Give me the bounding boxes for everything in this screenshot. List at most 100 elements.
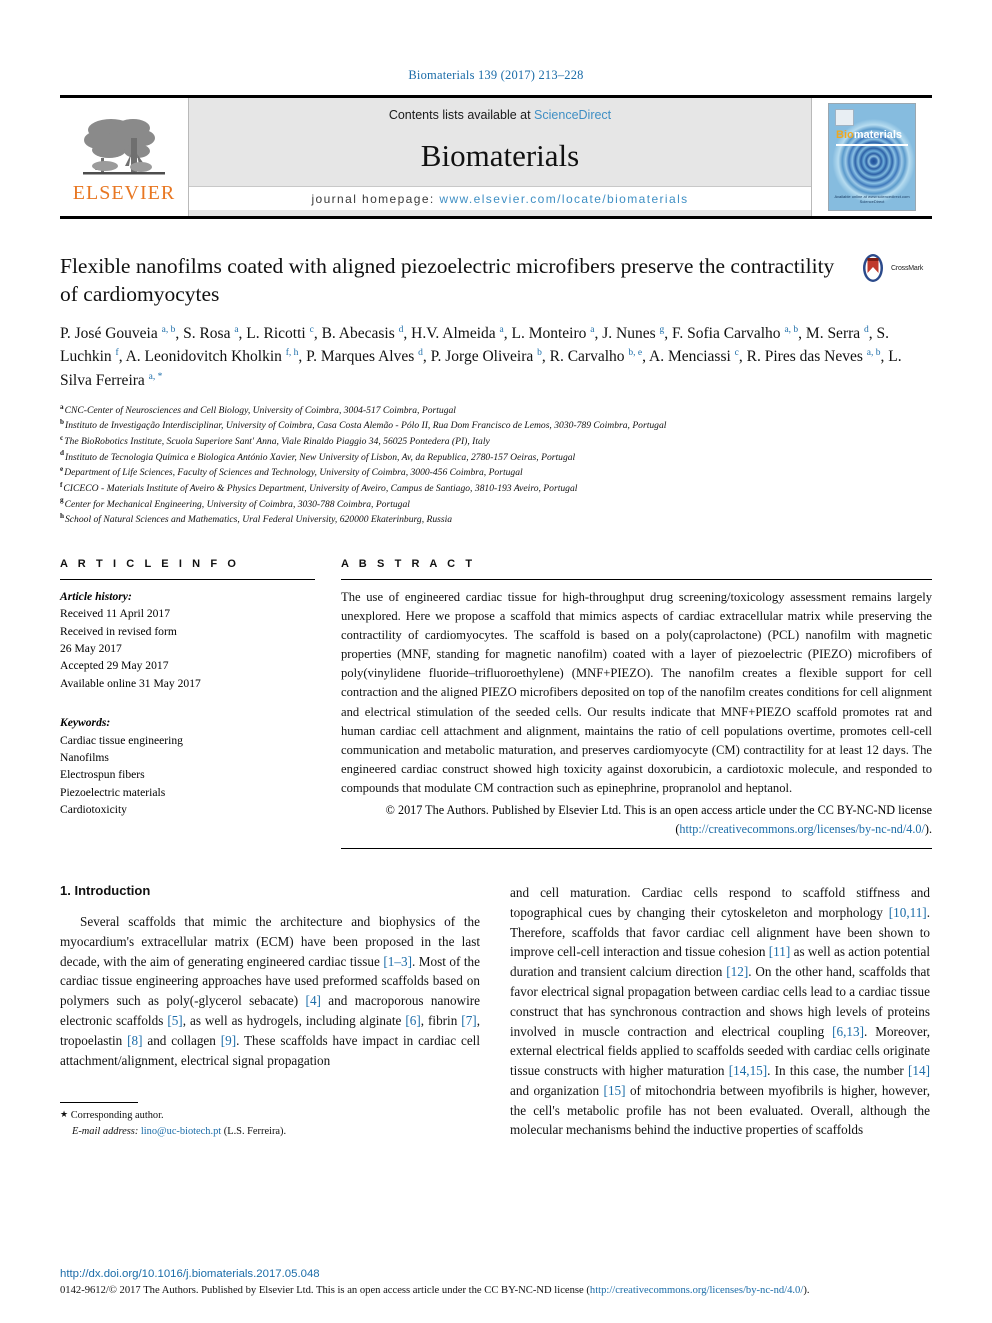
article-info-heading: A R T I C L E I N F O	[60, 557, 240, 570]
journal-title: Biomaterials	[420, 137, 580, 173]
article-history-label: Article history:	[60, 589, 132, 603]
authors-text: P. José Gouveia a, b, S. Rosa a, L. Rico…	[60, 324, 902, 389]
article-history-item: 26 May 2017	[60, 641, 122, 655]
affiliation-marker: a	[60, 402, 64, 411]
cover-footer-line2: ScienceDirect	[859, 199, 885, 205]
affiliation-text: The BioRobotics Institute, Scuola Superi…	[64, 436, 490, 448]
affiliation-marker: h	[60, 511, 64, 520]
affiliation-marker: c	[60, 433, 64, 442]
crossmark-label: CrossMark	[891, 264, 924, 272]
affiliation-marker: b	[60, 418, 64, 427]
info-abstract-row: A R T I C L E I N F O Article history: R…	[60, 558, 932, 849]
cover-title: Biomaterials	[836, 130, 902, 141]
article-info-column: A R T I C L E I N F O Article history: R…	[60, 558, 315, 849]
journal-masthead: ELSEVIER Contents lists available at Sci…	[60, 95, 932, 219]
article-info-divider	[60, 578, 315, 580]
article-page: Biomaterials 139 (2017) 213–228 ELSEVIER…	[0, 0, 992, 1323]
email-owner: (L.S. Ferreira).	[223, 1126, 287, 1138]
cover-title-bio: Bio	[836, 129, 854, 141]
affiliation-text: Instituto de Tecnologia Química e Biolog…	[65, 451, 576, 463]
intro-paragraph-left: Several scaffolds that mimic the archite…	[60, 913, 481, 1068]
affiliation-text: CICECO - Materials Institute of Aveiro &…	[63, 482, 578, 494]
affiliation-item: gCenter for Mechanical Engineering, Univ…	[60, 497, 932, 513]
cover-image: Biomaterials Available online at www.sci…	[828, 103, 916, 211]
affiliation-item: bInstituto de Investigação Interdiscipli…	[60, 418, 932, 434]
keyword-item: Cardiac tissue engineering	[60, 733, 183, 747]
cover-publisher-badge-icon	[835, 109, 854, 126]
issn-tail: ).	[803, 1285, 810, 1297]
body-columns: 1. Introduction Several scaffolds that m…	[60, 883, 932, 1140]
affiliation-marker: d	[60, 449, 64, 458]
footnote-rule	[60, 1102, 138, 1104]
article-history-item: Accepted 29 May 2017	[60, 659, 169, 673]
corresponding-author-note: ★ Corresponding author.	[60, 1108, 480, 1124]
keyword-item: Electrospun fibers	[60, 768, 145, 782]
crossmark-icon	[863, 254, 883, 282]
license-link[interactable]: http://creativecommons.org/licenses/by-n…	[679, 822, 925, 836]
keywords-label: Keywords:	[60, 716, 111, 730]
affiliation-text: School of Natural Sciences and Mathemati…	[65, 514, 453, 526]
intro-paragraph-right: and cell maturation. Cardiac cells respo…	[510, 884, 931, 1138]
title-block: Flexible nanofilms coated with aligned p…	[60, 253, 932, 308]
keywords-list: Cardiac tissue engineering Nanofilms Elect…	[60, 732, 315, 819]
body-column-right: and cell maturation. Cardiac cells respo…	[510, 883, 930, 1140]
affiliation-item: aCNC-Center of Neurosciences and Cell Bi…	[60, 403, 932, 419]
doi-link[interactable]: http://dx.doi.org/10.1016/j.biomaterials…	[60, 1268, 932, 1280]
corresponding-author-text: Corresponding author.	[70, 1110, 164, 1122]
cover-title-materials: materials	[853, 129, 903, 141]
abstract-heading: A B S T R A C T	[341, 557, 476, 570]
elsevier-logo: ELSEVIER	[60, 98, 189, 216]
affiliation-marker: e	[60, 465, 64, 474]
homepage-prefix: journal homepage:	[311, 192, 440, 206]
abstract-bottom-rule	[341, 847, 932, 849]
journal-homepage-line: journal homepage: www.elsevier.com/locat…	[189, 186, 811, 210]
footnote-block: ★ Corresponding author. E-mail address: …	[60, 1102, 480, 1140]
sciencedirect-link[interactable]: ScienceDirect	[534, 108, 611, 122]
affiliation-marker: g	[60, 496, 64, 505]
crossmark-badge[interactable]: CrossMark	[858, 251, 932, 285]
page-footer: http://dx.doi.org/10.1016/j.biomaterials…	[60, 1268, 932, 1299]
abstract-column: A B S T R A C T The use of engineered ca…	[341, 558, 932, 849]
page-title: Flexible nanofilms coated with aligned p…	[60, 254, 835, 306]
elsevier-wordmark: ELSEVIER	[72, 181, 176, 204]
body-column-left: 1. Introduction Several scaffolds that m…	[60, 883, 480, 1140]
email-note: E-mail address: lino@uc-biotech.pt (L.S.…	[60, 1124, 480, 1140]
abstract-copyright: © 2017 The Authors. Published by Elsevie…	[341, 801, 932, 838]
section-title-introduction: 1. Introduction	[60, 882, 151, 898]
keyword-item: Piezoelectric materials	[60, 785, 166, 799]
cover-footer: Available online at www.sciencedirect.co…	[829, 194, 915, 205]
issn-text: 0142-9612/© 2017 The Authors. Published …	[60, 1285, 590, 1297]
footer-license-link[interactable]: http://creativecommons.org/licenses/by-n…	[590, 1285, 803, 1296]
affiliation-text: Department of Life Sciences, Faculty of …	[64, 467, 523, 479]
affiliation-text: Instituto de Investigação Interdisciplin…	[65, 420, 667, 432]
abstract-divider	[341, 578, 932, 580]
email-link[interactable]: lino@uc-biotech.pt	[141, 1126, 221, 1137]
affiliation-item: dInstituto de Tecnologia Química e Biolo…	[60, 450, 932, 466]
contents-prefix: Contents lists available at	[388, 108, 535, 122]
affiliation-item: cThe BioRobotics Institute, Scuola Super…	[60, 434, 932, 450]
homepage-url-link[interactable]: www.elsevier.com/locate/biomaterials	[439, 192, 688, 206]
article-history-item: Received 11 April 2017	[60, 607, 171, 621]
article-history-item: Available online 31 May 2017	[60, 676, 201, 690]
abstract-text: The use of engineered cardiac tissue for…	[341, 589, 932, 796]
copyright-tail: ).	[924, 821, 932, 836]
affiliation-text: CNC-Center of Neurosciences and Cell Bio…	[64, 404, 456, 416]
affiliation-text: Center for Mechanical Engineering, Unive…	[64, 498, 410, 510]
cover-divider	[836, 144, 908, 146]
keyword-item: Cardiotoxicity	[60, 803, 127, 817]
affiliation-item: hSchool of Natural Sciences and Mathemat…	[60, 512, 932, 528]
running-head: Biomaterials 139 (2017) 213–228	[408, 68, 584, 82]
article-history-item: Received in revised form	[60, 624, 177, 638]
contents-lists-line: Contents lists available at ScienceDirec…	[389, 108, 611, 122]
asterisk-icon: ★	[60, 1109, 69, 1120]
affiliation-item: fCICECO - Materials Institute of Aveiro …	[60, 481, 932, 497]
journal-cover-thumbnail: Biomaterials Available online at www.sci…	[811, 98, 932, 216]
keyword-item: Nanofilms	[60, 750, 109, 764]
author-list: P. José Gouveia a, b, S. Rosa a, L. Rico…	[60, 322, 932, 392]
issn-license-line: 0142-9612/© 2017 The Authors. Published …	[60, 1284, 932, 1299]
affiliation-list: aCNC-Center of Neurosciences and Cell Bi…	[60, 403, 932, 528]
article-history-list: Received 11 April 2017 Received in revise…	[60, 605, 315, 692]
keywords-block: Keywords: Cardiac tissue engineering Nano…	[60, 714, 315, 818]
email-label: E-mail address:	[72, 1126, 139, 1138]
affiliation-item: eDepartment of Life Sciences, Faculty of…	[60, 465, 932, 481]
